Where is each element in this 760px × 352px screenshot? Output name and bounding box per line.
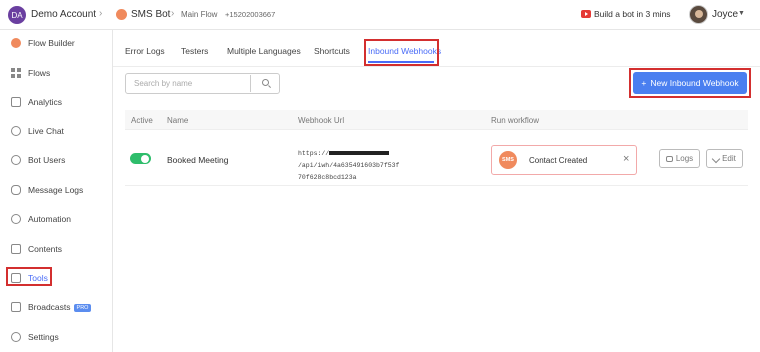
sidebar-item-bot-users[interactable]: Bot Users: [0, 149, 112, 171]
edit-button[interactable]: Edit: [706, 149, 743, 168]
sidebar-item-contents[interactable]: Contents: [0, 238, 112, 260]
tab-shortcuts[interactable]: Shortcuts: [314, 46, 350, 56]
sidebar-item-label: Automation: [28, 214, 71, 224]
contents-icon: [11, 244, 21, 254]
new-inbound-webhook-button[interactable]: + New Inbound Webhook: [633, 72, 747, 94]
grid-icon: [11, 68, 21, 78]
tab-multiple-languages[interactable]: Multiple Languages: [227, 46, 301, 56]
redacted-block: [329, 151, 390, 156]
search-input[interactable]: [127, 75, 251, 92]
breadcrumb-separator-icon: ›: [99, 8, 103, 19]
tab-error-logs[interactable]: Error Logs: [125, 46, 165, 56]
gear-icon: [11, 332, 21, 342]
sidebar-item-label: Bot Users: [28, 155, 66, 165]
logs-label: Logs: [675, 154, 694, 163]
sidebar-item-automation[interactable]: Automation: [0, 208, 112, 230]
webhook-url[interactable]: https:// /api/iwh/4a635491603b7f53f 70f62…: [298, 148, 488, 184]
user-name[interactable]: Joyce: [712, 9, 738, 20]
sidebar-item-label: Contents: [28, 244, 63, 254]
sidebar-item-live-chat[interactable]: Live Chat: [0, 120, 112, 142]
pencil-icon: [711, 154, 721, 163]
breadcrumb-separator-icon: ›: [171, 8, 175, 19]
tab-testers[interactable]: Testers: [181, 46, 208, 56]
build-bot-link[interactable]: Build a bot in 3 mins: [594, 9, 671, 19]
sidebar-item-label: Flows: [28, 68, 51, 78]
url-prefix: https://: [298, 150, 330, 157]
flow-name[interactable]: Main Flow: [181, 10, 217, 19]
headset-icon: [11, 126, 21, 136]
column-header-active: Active: [131, 116, 153, 125]
bot-name[interactable]: SMS Bot: [131, 9, 170, 20]
sidebar-item-broadcasts[interactable]: Broadcasts PRO: [0, 296, 112, 318]
account-name[interactable]: Demo Account: [31, 9, 96, 20]
search-button[interactable]: [252, 74, 280, 93]
close-icon[interactable]: ×: [623, 153, 629, 165]
workflow-label: Contact Created: [529, 156, 588, 165]
sidebar-item-label: Broadcasts PRO: [28, 302, 92, 312]
url-suffix: /api/iwh/4a635491603b7f53f: [298, 162, 400, 169]
table-header: Active Name Webhook Url Run workflow: [125, 110, 748, 130]
sidebar-item-label: Flow Builder: [28, 38, 75, 48]
sidebar-item-settings[interactable]: Settings: [0, 326, 112, 348]
sidebar-item-message-logs[interactable]: Message Logs: [0, 179, 112, 201]
megaphone-icon: [11, 302, 21, 312]
table-row: Booked Meeting https:// /api/iwh/4a635491…: [125, 131, 748, 186]
analytics-icon: [11, 97, 21, 107]
youtube-icon[interactable]: [581, 10, 591, 18]
user-avatar[interactable]: [689, 5, 708, 24]
sidebar-item-flows[interactable]: Flows: [0, 62, 112, 84]
plus-icon: +: [641, 78, 647, 88]
active-toggle[interactable]: [130, 153, 151, 164]
logs-button[interactable]: Logs: [659, 149, 700, 168]
sidebar-item-label: Settings: [28, 332, 59, 342]
automation-icon: [11, 214, 21, 224]
bot-icon: [116, 9, 127, 20]
account-avatar[interactable]: DA: [8, 6, 26, 24]
sidebar: Flow Builder Flows Analytics Live Chat B…: [0, 30, 113, 352]
column-header-name: Name: [167, 116, 189, 125]
new-button-label: New Inbound Webhook: [650, 78, 739, 88]
sidebar-item-label: Live Chat: [28, 126, 64, 136]
sidebar-item-label: Analytics: [28, 97, 63, 107]
database-icon: [11, 185, 21, 195]
database-icon: [665, 155, 673, 162]
sidebar-item-flow-builder[interactable]: Flow Builder: [0, 32, 112, 54]
phone-number: +15202003667: [225, 10, 276, 19]
flow-builder-icon: [11, 38, 21, 48]
edit-label: Edit: [722, 154, 736, 163]
tools-highlight-box: [6, 267, 52, 286]
tab-highlight-box: [364, 39, 439, 66]
sms-bot-logo-icon: SMS: [499, 151, 517, 169]
sidebar-item-label: Message Logs: [28, 185, 84, 195]
column-header-run-workflow: Run workflow: [491, 116, 540, 125]
workflow-card[interactable]: SMS Contact Created ×: [491, 145, 637, 175]
sidebar-item-text: Broadcasts: [28, 302, 71, 312]
user-icon: [11, 155, 21, 165]
search-icon: [262, 79, 269, 86]
column-header-webhook-url: Webhook Url: [298, 116, 345, 125]
caret-down-icon[interactable]: ▼: [738, 10, 745, 17]
pro-badge: PRO: [73, 303, 92, 312]
tabs-divider: [113, 66, 760, 67]
search-box: [125, 73, 280, 94]
url-line2: 70f628c8bcd123a: [298, 174, 357, 181]
sidebar-item-analytics[interactable]: Analytics: [0, 91, 112, 113]
webhook-name: Booked Meeting: [167, 155, 229, 165]
top-bar: DA Demo Account › SMS Bot › Main Flow +1…: [0, 0, 760, 30]
